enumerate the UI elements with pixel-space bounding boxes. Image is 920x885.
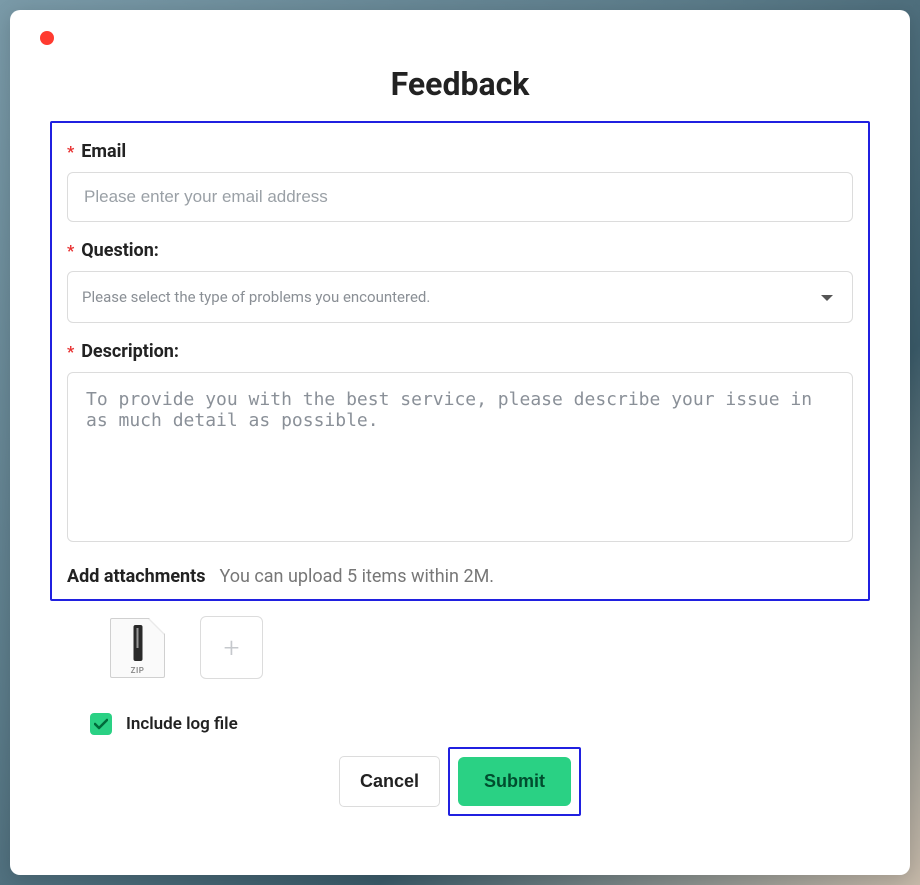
zip-badge: ZIP (131, 666, 145, 675)
required-star-icon: * (67, 342, 74, 361)
attachments-thumbs: ZIP + (105, 616, 870, 681)
submit-button[interactable]: Submit (458, 757, 571, 806)
zip-paper-icon: ZIP (110, 618, 165, 678)
description-group: * Description: (67, 341, 853, 546)
description-label-row: * Description: (67, 341, 853, 362)
chevron-down-icon (820, 288, 834, 306)
question-placeholder: Please select the type of problems you e… (82, 288, 430, 306)
question-label-row: * Question: (67, 240, 853, 261)
required-star-icon: * (67, 142, 74, 161)
attachments-hint: You can upload 5 items within 2M. (219, 566, 494, 587)
include-log-checkbox[interactable] (90, 713, 112, 735)
attachments-row: Add attachments You can upload 5 items w… (67, 566, 853, 587)
submit-highlight-box: Submit (448, 747, 581, 816)
question-label: Question: (81, 240, 159, 261)
close-icon[interactable] (40, 31, 54, 45)
email-group: * Email (67, 141, 853, 222)
required-star-icon: * (67, 241, 74, 260)
description-field[interactable] (67, 372, 853, 542)
attachment-zip-icon[interactable]: ZIP (105, 616, 170, 681)
include-log-row: Include log file (90, 713, 870, 735)
email-label: Email (81, 141, 126, 162)
plus-icon: + (224, 631, 240, 664)
question-group: * Question: Please select the type of pr… (67, 240, 853, 323)
email-field[interactable] (67, 172, 853, 222)
include-log-label: Include log file (126, 714, 238, 734)
feedback-window: Feedback * Email * Question: Please sele… (10, 10, 910, 875)
description-label: Description: (81, 341, 179, 362)
email-label-row: * Email (67, 141, 853, 162)
cancel-button[interactable]: Cancel (339, 756, 440, 807)
form-highlight-box: * Email * Question: Please select the ty… (50, 121, 870, 601)
window-controls (40, 30, 54, 49)
page-title: Feedback (50, 65, 870, 103)
attachments-label: Add attachments (67, 566, 205, 587)
check-icon (94, 718, 108, 730)
button-row: Cancel Submit (50, 747, 870, 816)
add-attachment-button[interactable]: + (200, 616, 263, 679)
question-select[interactable]: Please select the type of problems you e… (67, 271, 853, 323)
